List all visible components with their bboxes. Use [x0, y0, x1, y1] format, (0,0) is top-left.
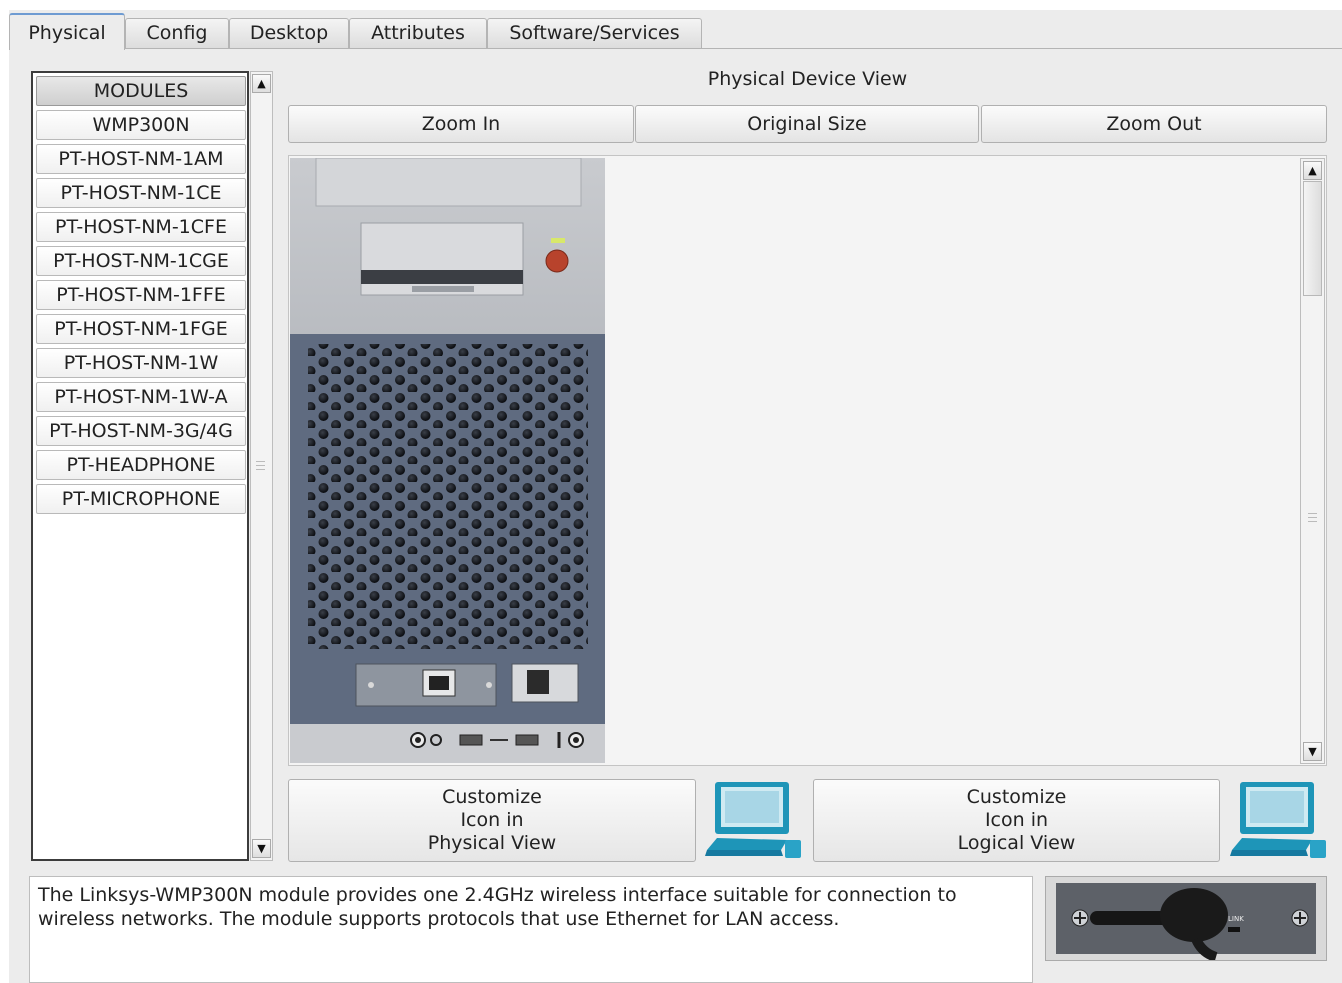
wireless-module-image: LINK: [1045, 876, 1327, 962]
module-item[interactable]: PT-HOST-NM-1AM: [36, 144, 246, 174]
customize-physical-icon-button[interactable]: Customize Icon in Physical View: [288, 779, 696, 862]
zoom-out-button[interactable]: Zoom Out: [981, 105, 1327, 143]
scroll-up-button[interactable]: ▲: [252, 74, 271, 93]
module-item[interactable]: PT-HOST-NM-1CFE: [36, 212, 246, 242]
canvas-scrollbar[interactable]: ▲ ▼: [1300, 158, 1325, 764]
tab-config[interactable]: Config: [125, 18, 229, 49]
tab-attributes[interactable]: Attributes: [349, 18, 487, 49]
module-item[interactable]: PT-MICROPHONE: [36, 484, 246, 514]
scroll-thumb[interactable]: [1303, 181, 1322, 296]
physical-device-canvas[interactable]: [288, 155, 1327, 766]
customize-logical-icon-button[interactable]: Customize Icon in Logical View: [813, 779, 1220, 862]
pc-tower-image: [290, 158, 605, 763]
original-size-button[interactable]: Original Size: [635, 105, 979, 143]
scroll-grip: [256, 469, 265, 470]
module-item[interactable]: PT-HOST-NM-1CGE: [36, 246, 246, 276]
button-line: Logical View: [957, 832, 1076, 854]
module-item[interactable]: PT-HOST-NM-1W: [36, 348, 246, 378]
scroll-grip: [1308, 513, 1317, 514]
scroll-grip: [256, 461, 265, 462]
tab-physical[interactable]: Physical: [9, 13, 125, 50]
computer-icon: [1228, 778, 1328, 869]
module-item[interactable]: WMP300N: [36, 110, 246, 140]
module-description: The Linksys-WMP300N module provides one …: [29, 876, 1033, 983]
module-item[interactable]: PT-HOST-NM-3G/4G: [36, 416, 246, 446]
computer-icon: [703, 778, 803, 869]
scroll-down-button[interactable]: ▼: [1303, 742, 1322, 761]
physical-device-view-title: Physical Device View: [707, 68, 908, 90]
link-label: LINK: [1228, 915, 1244, 923]
modules-list: MODULES WMP300N PT-HOST-NM-1AM PT-HOST-N…: [31, 71, 249, 861]
module-item[interactable]: PT-HOST-NM-1FFE: [36, 280, 246, 310]
scroll-grip: [1308, 517, 1317, 518]
scroll-grip: [1308, 521, 1317, 522]
button-line: Icon in: [460, 809, 524, 831]
scroll-up-button[interactable]: ▲: [1303, 161, 1322, 180]
button-line: Physical View: [427, 832, 557, 854]
tab-divider: [125, 48, 1342, 49]
button-line: Customize: [966, 786, 1067, 808]
tab-desktop[interactable]: Desktop: [229, 18, 349, 49]
modules-header: MODULES: [36, 76, 246, 106]
module-item[interactable]: PT-HOST-NM-1CE: [36, 178, 246, 208]
scroll-down-button[interactable]: ▼: [252, 839, 271, 858]
button-line: Customize: [442, 786, 542, 808]
button-line: Icon in: [984, 809, 1049, 831]
module-item[interactable]: PT-HEADPHONE: [36, 450, 246, 480]
module-item[interactable]: PT-HOST-NM-1FGE: [36, 314, 246, 344]
scroll-grip: [256, 465, 265, 466]
module-item[interactable]: PT-HOST-NM-1W-A: [36, 382, 246, 412]
tab-software-services[interactable]: Software/Services: [487, 18, 702, 49]
modules-scrollbar[interactable]: ▲ ▼: [250, 71, 273, 861]
zoom-in-button[interactable]: Zoom In: [288, 105, 634, 143]
